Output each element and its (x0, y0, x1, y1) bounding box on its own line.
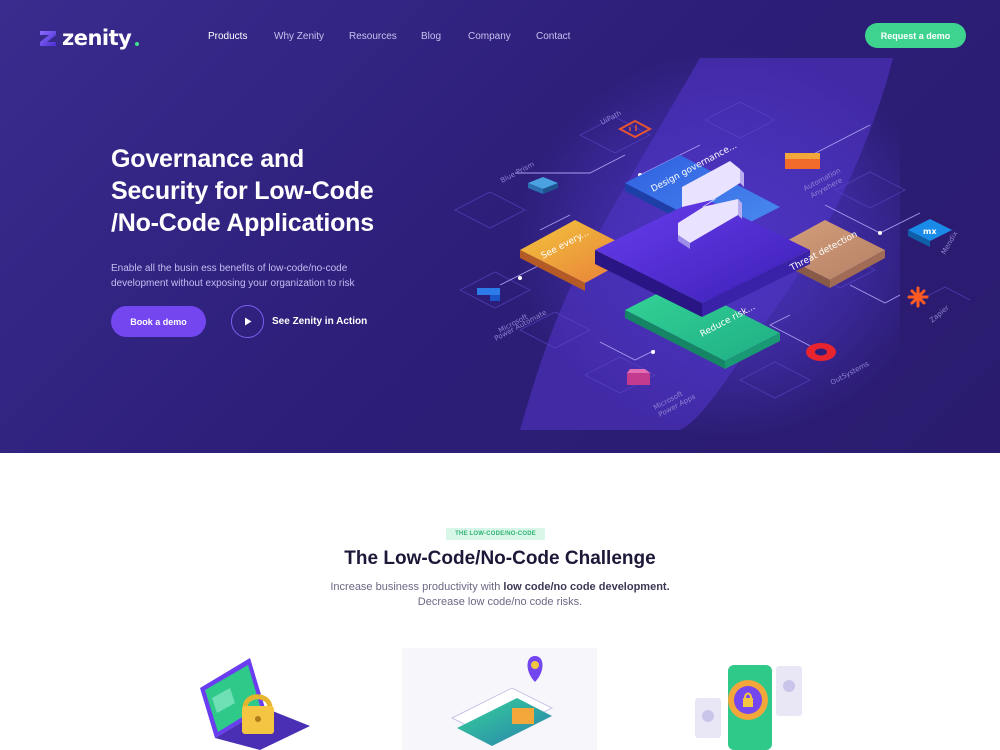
challenge-subtitle: Increase business productivity with low … (0, 580, 1000, 610)
uipath-icon (617, 119, 653, 139)
play-button-circle[interactable] (231, 305, 264, 338)
hero-title-line: /No-Code Applications (111, 209, 374, 237)
nav-contact[interactable]: Contact (536, 31, 570, 42)
svg-text:mx: mx (923, 227, 937, 236)
request-demo-button[interactable]: Request a demo (865, 23, 966, 48)
hero-subtitle-line: Enable all the busin ess benefits of low… (111, 263, 348, 274)
hero-title-line: Governance and (111, 145, 305, 173)
nav-company[interactable]: Company (468, 31, 511, 42)
nav-blog[interactable]: Blog (421, 31, 441, 42)
svg-text:UiPath: UiPath (599, 109, 623, 127)
phone-pin-icon (402, 648, 597, 750)
book-demo-button[interactable]: Book a demo (111, 306, 206, 337)
section-tag: THE LOW-CODE/NO-CODE (446, 528, 545, 540)
hero-section: zenity Products Why Zenity Resources Blo… (0, 0, 1000, 453)
challenge-subtitle-line2: Decrease low code/no code risks. (417, 596, 583, 608)
svg-text:OutSystems: OutSystems (829, 360, 871, 387)
svg-text:Blue Prism: Blue Prism (499, 160, 536, 185)
brand-name: zenity (62, 26, 132, 50)
automation-anywhere-icon (785, 153, 820, 169)
subtitle-prefix: Increase business productivity with (330, 581, 504, 593)
logo-mark-icon (40, 31, 56, 46)
zapier-icon (907, 286, 929, 308)
nav-products[interactable]: Products (208, 31, 247, 42)
subtitle-bold: low code/no code development. (503, 581, 670, 593)
hero-isometric-illustration: mx UiPath Blue Prism Automation Anywhere… (454, 101, 970, 419)
play-icon (244, 317, 251, 326)
see-in-action-label: See Zenity in Action (272, 316, 368, 327)
logo-dot (135, 42, 140, 46)
magnifier-lock-icon (695, 665, 802, 750)
lock-laptop-icon (200, 658, 310, 750)
blueprism-icon (528, 177, 558, 194)
hero-subtitle-line: development without exposing your organi… (111, 278, 355, 289)
nav-why-zenity[interactable]: Why Zenity (274, 31, 324, 42)
brand-logo[interactable]: zenity (38, 26, 140, 50)
hero-title: Governance and Security for Low-Code /No… (111, 143, 411, 239)
svg-text:Zapier: Zapier (928, 304, 951, 325)
outsystems-icon (806, 343, 836, 361)
power-apps-icon (627, 369, 650, 385)
challenge-title: The Low-Code/No-Code Challenge (344, 548, 656, 569)
see-in-action-button[interactable]: See Zenity in Action (231, 305, 367, 338)
hero-subtitle: Enable all the busin ess benefits of low… (111, 261, 371, 291)
power-automate-icon (477, 288, 500, 301)
nav-resources[interactable]: Resources (349, 31, 397, 42)
challenge-subtitle-line1: Increase business productivity with low … (0, 580, 1000, 595)
hero-title-line: Security for Low-Code (111, 177, 374, 205)
